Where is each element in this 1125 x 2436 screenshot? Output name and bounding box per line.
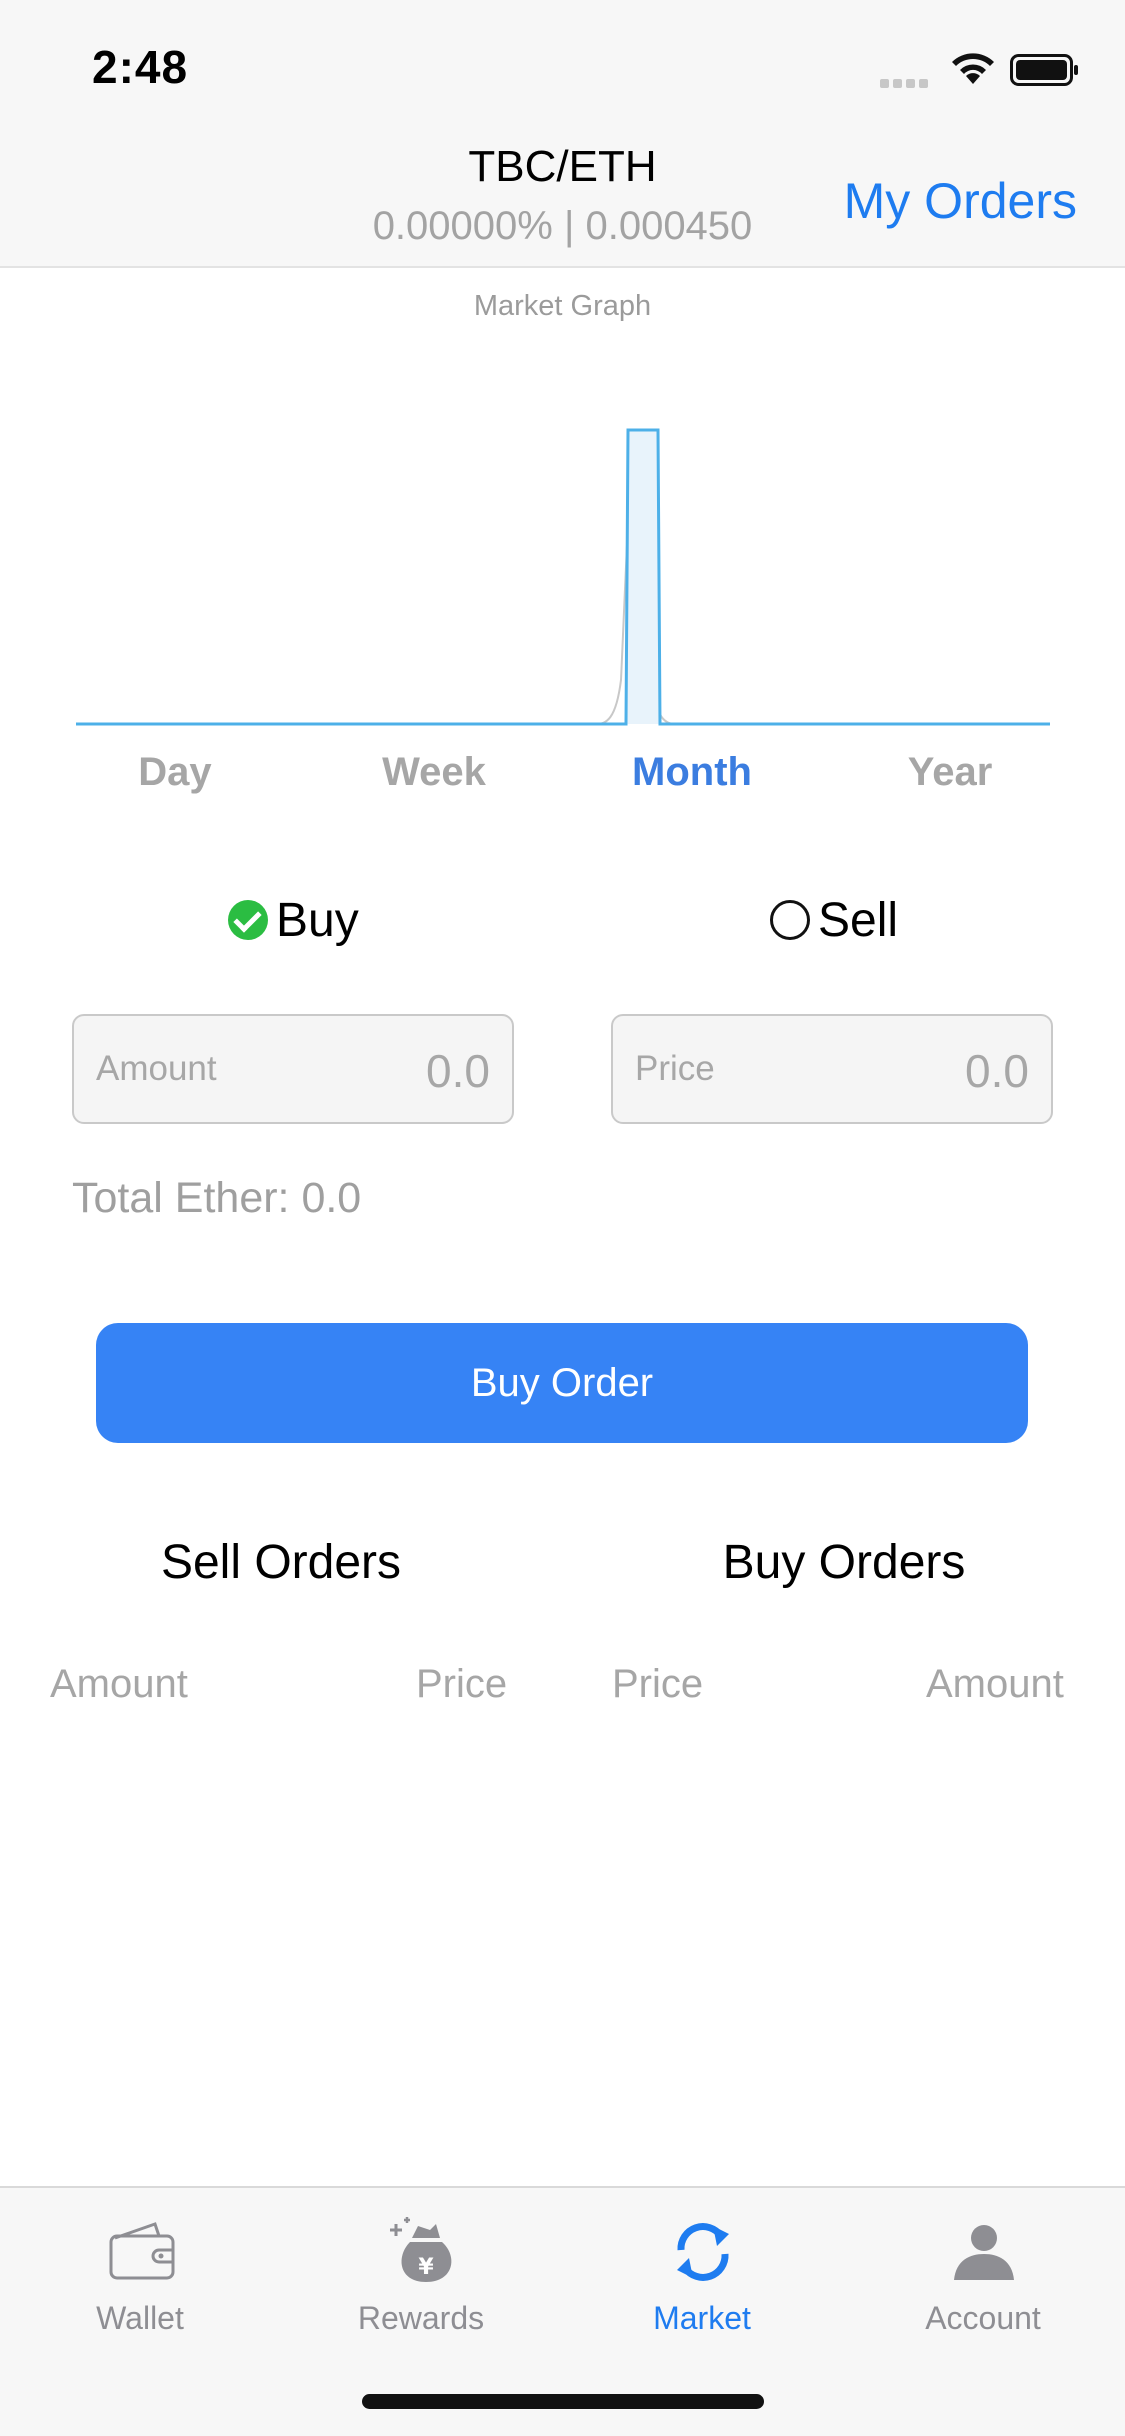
buy-order-button[interactable]: Buy Order <box>96 1323 1028 1443</box>
buy-col-price: Price <box>612 1662 704 1706</box>
tab-rewards-label: Rewards <box>357 2300 485 2336</box>
graph-label: Market Graph <box>473 290 652 322</box>
checkmark-circle-icon <box>228 900 268 940</box>
cellular-signal-icon <box>880 75 932 88</box>
empty-circle-icon <box>770 900 810 940</box>
status-bar: 2:48 <box>0 0 1125 132</box>
sell-col-amount: Amount <box>50 1662 188 1706</box>
tab-market-label: Market <box>653 2300 751 2336</box>
svg-text:¥: ¥ <box>418 2255 434 2280</box>
total-ether: Total Ether: 0.0 <box>72 1174 362 1222</box>
price-field[interactable]: Price 0.0 <box>611 1014 1053 1124</box>
market-graph <box>76 428 1050 726</box>
tab-wallet[interactable]: Wallet <box>0 2188 280 2348</box>
navigation-bar: TBC/ETH 0.00000% | 0.000450 My Orders <box>0 132 1125 268</box>
sell-orders-title: Sell Orders <box>160 1536 402 1589</box>
amount-value: 0.0 <box>426 1045 490 1097</box>
tab-account[interactable]: Account <box>843 2188 1123 2348</box>
rewards-bag-icon: ¥ <box>390 2217 452 2282</box>
home-indicator <box>362 2394 764 2409</box>
period-day[interactable]: Day <box>55 750 295 795</box>
sell-col-price: Price <box>416 1662 508 1706</box>
buy-radio-label: Buy <box>276 893 359 947</box>
amount-placeholder: Amount <box>96 1049 217 1088</box>
price-value: 0.0 <box>965 1045 1029 1097</box>
period-month[interactable]: Month <box>572 750 812 795</box>
price-placeholder: Price <box>635 1049 715 1088</box>
status-time: 2:48 <box>92 41 189 93</box>
tab-rewards[interactable]: ¥ Rewards <box>281 2188 561 2348</box>
market-sync-icon <box>677 2223 729 2281</box>
period-selector: Day Week Month Year <box>0 750 1125 810</box>
period-week[interactable]: Week <box>314 750 554 795</box>
my-orders-button[interactable]: My Orders <box>844 172 1077 230</box>
sell-radio-label: Sell <box>818 893 899 947</box>
tab-account-label: Account <box>925 2300 1041 2336</box>
buy-col-amount: Amount <box>926 1662 1064 1706</box>
battery-icon <box>1010 54 1078 86</box>
period-year[interactable]: Year <box>830 750 1070 795</box>
sell-radio[interactable]: Sell <box>770 890 898 950</box>
tab-market[interactable]: Market <box>562 2188 842 2348</box>
amount-field[interactable]: Amount 0.0 <box>72 1014 514 1124</box>
buy-radio[interactable]: Buy <box>228 890 359 950</box>
account-icon <box>954 2225 1014 2280</box>
buy-orders-title: Buy Orders <box>722 1536 966 1589</box>
tab-wallet-label: Wallet <box>96 2300 184 2336</box>
wifi-icon <box>952 53 994 84</box>
wallet-icon <box>109 2222 175 2280</box>
